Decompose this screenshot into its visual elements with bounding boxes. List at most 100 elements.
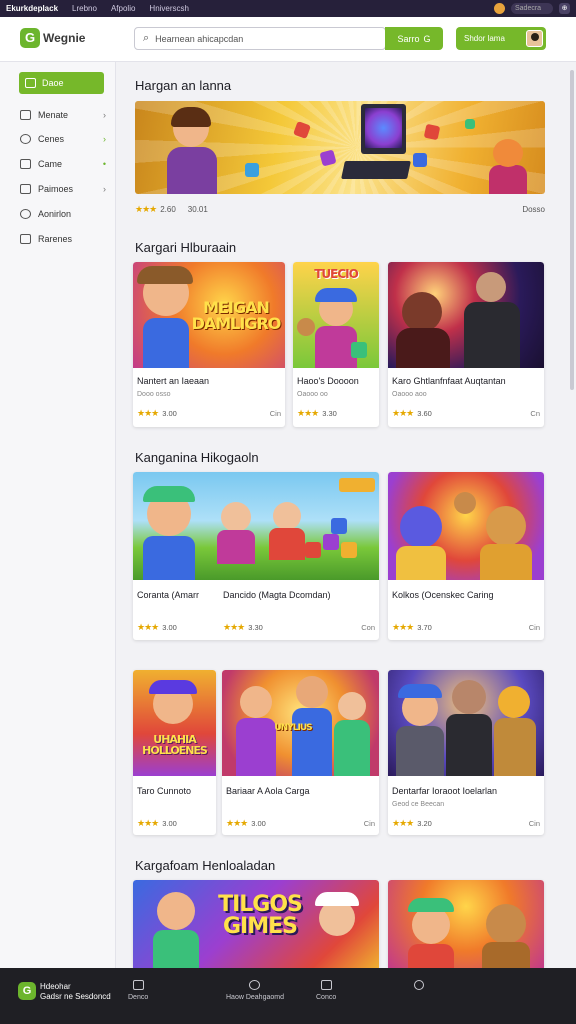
character-hat — [137, 266, 193, 284]
game-card[interactable]: TUECIO Haoo's Doooon Oaooo oo ★★★ 3.30 — [293, 262, 379, 427]
sidebar-item-label: Cenes — [38, 134, 65, 144]
thumbnail-title: UNYLIUS — [274, 723, 312, 733]
card-subtitle: Oaooo oo — [297, 391, 328, 398]
card-title-secondary: Dancido (Magta Dcomdan) — [223, 590, 331, 600]
sidebar: Daoe Menate › Cenes › Came • Paimoes › A… — [0, 62, 116, 968]
notification-icon[interactable] — [494, 3, 505, 14]
bottom-nav-item-4[interactable] — [414, 980, 424, 994]
topbar-brand[interactable]: Ekurkdeplack — [6, 4, 58, 13]
character — [452, 680, 486, 714]
search-icon: ⌕ — [143, 32, 150, 44]
sidebar-item-6[interactable]: Rarenes — [20, 230, 106, 248]
bottom-nav-item-2[interactable]: Haow Deahgaomd — [226, 980, 284, 1001]
main-content: Hargan an lanna ★★★ 2.60 30.01 Dosso Kar… — [116, 62, 576, 968]
site-logo[interactable]: G Wegnie — [20, 28, 85, 48]
card-rating: 3.30 — [248, 623, 263, 632]
rating-stars-icon: ★★★ — [392, 818, 414, 828]
add-icon[interactable]: ⊕ — [559, 3, 570, 14]
logo-icon[interactable]: G — [18, 982, 36, 1000]
card-title: Kolkos (Ocenskec Caring — [392, 590, 494, 600]
character — [338, 692, 366, 720]
monitor-icon — [20, 110, 31, 120]
rating-stars-icon: ★★★ — [392, 622, 414, 632]
bottom-brand-line1: Hdeohar — [40, 982, 71, 991]
card-meta: ★★★ 3.70 Cin — [392, 622, 540, 633]
banner-tag[interactable]: Dosso — [522, 205, 545, 214]
section-title-row2: Kanganina Hikogaoln — [135, 450, 259, 465]
sidebar-item-home[interactable]: Daoe — [19, 72, 104, 94]
game-card[interactable] — [388, 880, 544, 968]
account-button[interactable]: Shdor lama — [456, 27, 546, 50]
thumbnail-title: TUECIO — [314, 267, 359, 281]
game-thumbnail — [388, 262, 544, 368]
game-card[interactable]: UNYLIUS Bariaar A Aola Carga ★★★ 3.00 Ci… — [222, 670, 379, 835]
sidebar-item-4[interactable]: Paimoes › — [20, 180, 106, 198]
featured-banner[interactable] — [135, 101, 545, 194]
character — [240, 686, 272, 718]
card-title: Nantert an Iaeaan — [137, 376, 210, 386]
bottom-nav-item-3[interactable]: Conco — [316, 980, 336, 1001]
character — [157, 892, 195, 930]
gear-icon — [20, 209, 31, 219]
folder-icon — [20, 184, 31, 194]
card-rating: 3.00 — [251, 819, 266, 828]
banner-meta: ★★★ 2.60 30.01 Dosso — [135, 202, 545, 216]
character-body — [143, 318, 189, 368]
scrollbar[interactable] — [570, 70, 574, 390]
sidebar-item-1[interactable]: Menate › — [20, 106, 106, 124]
search-placeholder: Hearnean ahicapcdan — [155, 33, 244, 44]
topbar-link-1[interactable]: Lrebno — [72, 4, 97, 13]
avatar — [526, 30, 543, 47]
character-body — [153, 930, 199, 968]
character-bear — [486, 904, 526, 944]
card-platform: Con — [361, 623, 375, 632]
bottom-nav-item-1[interactable]: Denco — [128, 980, 148, 1001]
bottom-brand: Hdeohar Gadsr ne Sesdoncd — [40, 982, 111, 1002]
home-icon — [25, 78, 36, 88]
sidebar-item-5[interactable]: Aonirlon — [20, 205, 106, 223]
thumbnail-title: MEIGAN DAMLIGRO — [191, 298, 282, 333]
thumbnail-title: UHAHIA HOLLOENES — [142, 733, 208, 757]
card-meta: ★★★ 3.00 Cin — [137, 408, 281, 419]
game-card[interactable]: Karo Ghtlanfnfaat Auqtantan Oaooo aoo ★★… — [388, 262, 544, 427]
search-button[interactable]: Sarro G — [385, 27, 443, 50]
banner-block — [245, 163, 259, 177]
rating-stars-icon: ★★★ — [137, 408, 159, 418]
character-villain — [402, 292, 442, 332]
calendar-icon — [20, 234, 31, 244]
character-body — [446, 714, 492, 776]
search-input[interactable]: ⌕ Hearnean ahicapcdan — [134, 27, 386, 50]
game-card[interactable]: UHAHIA HOLLOENES Taro Cunnoto ★★★ 3.00 — [133, 670, 216, 835]
game-thumbnail — [388, 670, 544, 776]
section-title-row4: Kargafoam Henloaladan — [135, 858, 276, 873]
game-card[interactable]: Kolkos (Ocenskec Caring ★★★ 3.70 Cin — [388, 472, 544, 640]
compass-icon — [249, 980, 261, 990]
account-button-label: Shdor lama — [464, 34, 505, 43]
game-card[interactable]: Dentarfar Ioraoot Ioelarlan Geod ce Beec… — [388, 670, 544, 835]
topbar-link-2[interactable]: Afpolio — [111, 4, 135, 13]
character-body — [408, 944, 454, 968]
card-meta: ★★★ 3.20 Cin — [392, 818, 540, 829]
game-thumbnail: MEIGAN DAMLIGRO — [133, 262, 285, 368]
topbar-link-3[interactable]: Hniverscsh — [149, 4, 189, 13]
chat-icon — [320, 980, 332, 990]
character-body — [396, 726, 444, 776]
game-card[interactable]: MEIGAN DAMLIGRO Nantert an Iaeaan Dooo o… — [133, 262, 285, 427]
sidebar-item-label: Menate — [38, 110, 69, 120]
topbar-search[interactable]: Sadecra — [511, 3, 553, 14]
search-button-icon: G — [423, 33, 431, 44]
section-title-row1: Kargari Hlburaain — [135, 240, 237, 255]
card-title: Haoo's Doooon — [297, 376, 359, 386]
rating-stars-icon: ★★★ — [226, 818, 248, 828]
game-card-wide[interactable]: TILGOS GIMES — [133, 880, 379, 968]
bottom-nav-label: Denco — [128, 994, 149, 1001]
game-card-wide[interactable]: Coranta (Amarr Dancido (Magta Dcomdan) ★… — [133, 472, 379, 640]
banner-duration: 30.01 — [187, 204, 208, 214]
card-title: Dentarfar Ioraoot Ioelarlan — [392, 786, 498, 796]
character-raccoon — [400, 506, 442, 548]
sidebar-item-3[interactable]: Came • — [20, 155, 106, 173]
sidebar-item-2[interactable]: Cenes › — [20, 130, 106, 148]
sidebar-item-label: Came — [38, 159, 63, 169]
game-block — [305, 542, 321, 558]
game-sign — [339, 478, 375, 492]
